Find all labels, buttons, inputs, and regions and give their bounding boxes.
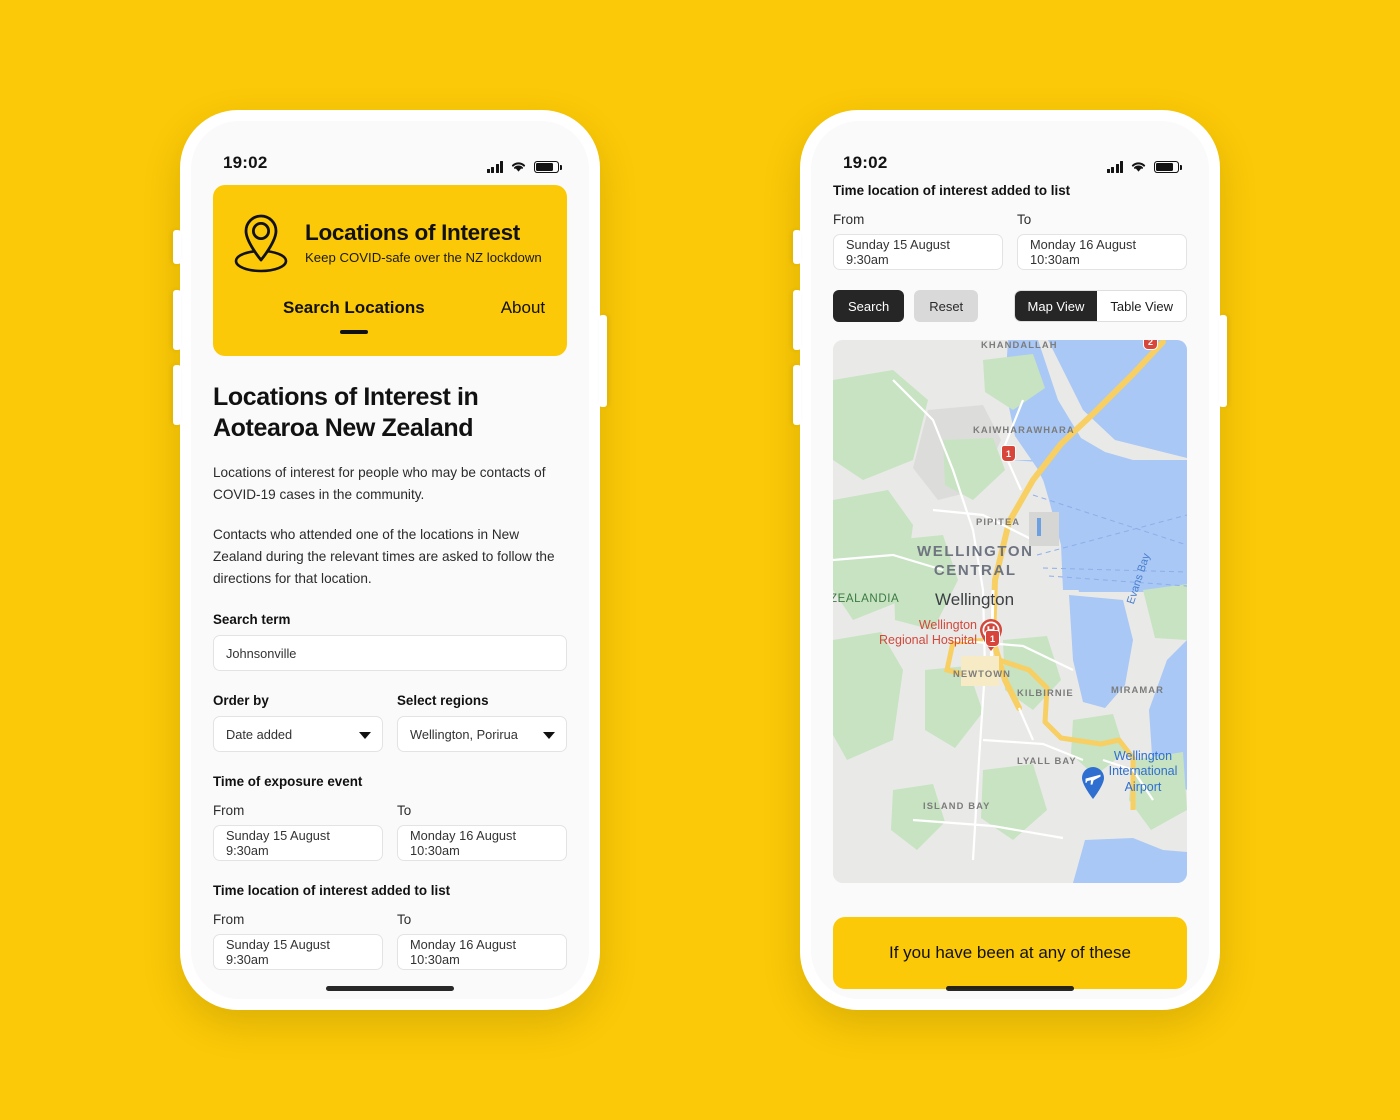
chevron-down-icon: [543, 731, 555, 739]
action-buttons: Search Reset: [833, 290, 979, 322]
app-title: Locations of Interest: [305, 219, 520, 245]
added-to-list-row: From Sunday 15 August 9:30am To Monday 1…: [213, 912, 567, 971]
added-to-label: To: [1017, 212, 1032, 227]
added-to-list-label: Time location of interest added to list: [213, 883, 451, 899]
reset-button[interactable]: Reset: [914, 290, 979, 322]
status-time: 19:02: [843, 153, 888, 172]
active-tab-indicator: [339, 330, 368, 334]
highway-shield-2: 2: [1143, 340, 1158, 350]
app-subtitle: Keep COVID-safe over the NZ lockdown: [305, 250, 542, 266]
exposure-to-input[interactable]: Monday 16 August 10:30am: [397, 825, 567, 862]
added-from-input[interactable]: Sunday 15 August 9:30am: [833, 234, 1003, 270]
status-icons: [486, 160, 562, 173]
actions-row: Search Reset Map View Table View: [833, 290, 1187, 322]
select-regions-group: Select regions Wellington, Porirua: [397, 693, 567, 753]
select-regions-label: Select regions: [397, 693, 489, 709]
added-to-label: To: [397, 912, 412, 928]
added-to-list-group: Time location of interest added to list …: [213, 883, 567, 971]
search-term-group: Search term Johnsonville: [213, 612, 567, 672]
added-to-list-label: Time location of interest added to list: [833, 183, 1071, 198]
map-canvas: [833, 340, 1187, 883]
hero-titles: Locations of Interest Keep COVID-safe ov…: [305, 219, 542, 266]
exposure-from-label: From: [213, 803, 245, 819]
battery-icon: [1154, 160, 1182, 173]
view-toggle: Map View Table View: [1013, 290, 1187, 322]
right-top-filters: Time location of interest added to list …: [811, 179, 1209, 322]
exposure-event-label: Time of exposure event: [213, 774, 363, 790]
page-title: Locations of Interest in Aotearoa New Ze…: [213, 383, 479, 442]
nav-tab-search-locations[interactable]: Search Locations: [283, 298, 425, 334]
wifi-icon: [510, 160, 527, 173]
bottom-banner[interactable]: If you have been at any of these: [833, 917, 1187, 989]
header-nav: Search Locations About: [233, 298, 547, 334]
highway-shield-1-north: 1: [1001, 445, 1016, 462]
nav-tab-search-locations-label: Search Locations: [283, 298, 425, 317]
select-regions-value: Wellington, Porirua: [410, 726, 518, 742]
select-regions-select[interactable]: Wellington, Porirua: [397, 716, 567, 753]
added-to-input[interactable]: Monday 16 August 10:30am: [397, 934, 567, 971]
exposure-from-input[interactable]: Sunday 15 August 9:30am: [213, 825, 383, 862]
added-to-group: To Monday 16 August 10:30am: [1017, 212, 1187, 270]
power-button[interactable]: [1219, 315, 1227, 407]
phone-right: 19:02 Time location of interest added to…: [793, 110, 1227, 1010]
status-bar: 19:02: [191, 121, 589, 179]
tab-map-view[interactable]: Map View: [1014, 291, 1098, 321]
status-bar: 19:02: [811, 121, 1209, 179]
added-from-label: From: [833, 212, 865, 227]
exposure-event-row: From Sunday 15 August 9:30am To Monday 1…: [213, 803, 567, 862]
order-by-group: Order by Date added: [213, 693, 383, 753]
power-button[interactable]: [599, 315, 607, 407]
screen-right: 19:02 Time location of interest added to…: [811, 121, 1209, 999]
hero-top: Locations of Interest Keep COVID-safe ov…: [233, 211, 547, 273]
added-from-group: From Sunday 15 August 9:30am: [213, 912, 383, 971]
nav-tab-about-label: About: [500, 298, 546, 317]
added-to-group: To Monday 16 August 10:30am: [397, 912, 567, 971]
exposure-to-label: To: [397, 803, 412, 819]
order-by-value: Date added: [226, 726, 293, 742]
volume-down-button[interactable]: [173, 365, 181, 425]
intro-paragraph-1: Locations of interest for people who may…: [213, 465, 546, 503]
added-from-input[interactable]: Sunday 15 August 9:30am: [213, 934, 383, 971]
added-to-list-row: From Sunday 15 August 9:30am To Monday 1…: [833, 212, 1187, 270]
status-icons: [1106, 160, 1182, 173]
order-region-row: Order by Date added Select regions Welli…: [213, 693, 567, 753]
added-from-group: From Sunday 15 August 9:30am: [833, 212, 1003, 270]
added-from-label: From: [213, 912, 245, 928]
exposure-from-group: From Sunday 15 August 9:30am: [213, 803, 383, 862]
chevron-down-icon: [359, 731, 371, 739]
signal-bars-icon: [486, 161, 503, 173]
left-content: Locations of Interest Keep COVID-safe ov…: [191, 185, 589, 971]
nav-tab-about[interactable]: About: [501, 298, 545, 318]
search-input[interactable]: Johnsonville: [213, 635, 567, 672]
home-indicator[interactable]: [946, 986, 1074, 991]
exposure-to-group: To Monday 16 August 10:30am: [397, 803, 567, 862]
order-by-select[interactable]: Date added: [213, 716, 383, 753]
home-indicator[interactable]: [326, 986, 454, 991]
map-view[interactable]: KHANDALLAH KAIWHARAWHARA PIPITEA NEWTOWN…: [833, 340, 1187, 883]
exposure-event-group: Time of exposure event From Sunday 15 Au…: [213, 774, 567, 862]
status-time: 19:02: [223, 153, 268, 172]
wifi-icon: [1130, 160, 1147, 173]
volume-up-button[interactable]: [173, 290, 181, 350]
volume-down-button[interactable]: [793, 365, 801, 425]
location-pin-icon: [233, 211, 289, 273]
added-to-input[interactable]: Monday 16 August 10:30am: [1017, 234, 1187, 270]
search-button[interactable]: Search: [833, 290, 905, 322]
airport-marker-icon[interactable]: [1080, 766, 1106, 800]
silent-switch[interactable]: [793, 230, 801, 264]
volume-up-button[interactable]: [793, 290, 801, 350]
silent-switch[interactable]: [173, 230, 181, 264]
tab-table-view[interactable]: Table View: [1097, 291, 1186, 321]
phone-left: 19:02 Locations of Interest Keep COVID-s…: [173, 110, 607, 1010]
search-term-label: Search term: [213, 612, 291, 628]
order-by-label: Order by: [213, 693, 269, 709]
screen-left: 19:02 Locations of Interest Keep COVID-s…: [191, 121, 589, 999]
battery-icon: [534, 160, 562, 173]
intro-paragraph-2: Contacts who attended one of the locatio…: [213, 527, 555, 587]
app-header-card: Locations of Interest Keep COVID-safe ov…: [213, 185, 567, 356]
signal-bars-icon: [1106, 161, 1123, 173]
highway-shield-1-south: 1: [985, 630, 1000, 647]
